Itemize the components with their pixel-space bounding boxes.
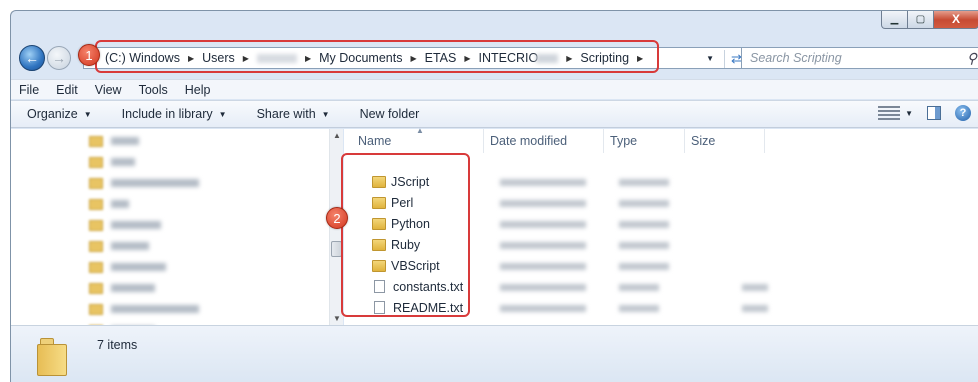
nav-item-redacted[interactable] (89, 215, 161, 235)
date-redacted (500, 179, 586, 186)
view-list-icon (878, 106, 901, 120)
menu-file[interactable]: File (19, 83, 39, 97)
menu-bar: File Edit View Tools Help (11, 79, 978, 99)
annotation-box-files (341, 153, 470, 317)
type-redacted (619, 242, 669, 249)
organize-button[interactable]: Organize ▼ (27, 107, 92, 121)
chevron-down-icon: ▼ (321, 109, 330, 119)
type-redacted (619, 200, 669, 207)
column-headers: ▲ Name Date modified Type Size (344, 126, 978, 153)
help-icon[interactable]: ? (955, 105, 971, 121)
scroll-down-icon[interactable]: ▼ (333, 314, 341, 323)
folder-icon (89, 156, 103, 168)
item-count: 7 items (97, 338, 138, 352)
type-redacted (619, 305, 659, 312)
nav-item-redacted[interactable] (89, 257, 166, 277)
include-in-library-button[interactable]: Include in library ▼ (122, 107, 227, 121)
folder-icon (89, 303, 103, 315)
scroll-up-icon[interactable]: ▲ (333, 131, 341, 140)
forward-button[interactable]: → (47, 46, 71, 70)
chevron-down-icon: ▼ (905, 108, 913, 118)
folder-icon (89, 240, 103, 252)
command-bar: Organize ▼ Include in library ▼ Share with… (11, 100, 978, 128)
folder-icon (37, 336, 71, 376)
chevron-down-icon: ▼ (218, 109, 227, 119)
nav-item-redacted[interactable] (89, 152, 135, 172)
minimize-button[interactable]: ▁ (881, 11, 908, 29)
column-date-modified[interactable]: Date modified (484, 129, 604, 153)
type-redacted (619, 179, 669, 186)
window-caption-buttons: ▁ ▢ X (881, 11, 978, 30)
column-name[interactable]: ▲ Name (344, 126, 484, 153)
type-redacted (619, 284, 659, 291)
change-view-button[interactable]: ▼ (878, 106, 913, 120)
menu-edit[interactable]: Edit (56, 83, 78, 97)
type-redacted (619, 263, 669, 270)
size-redacted (742, 305, 768, 312)
column-type[interactable]: Type (604, 129, 685, 153)
navigation-pane[interactable] (11, 129, 329, 325)
preview-pane-icon[interactable] (927, 106, 941, 120)
nav-item-redacted[interactable] (89, 278, 155, 298)
annotation-badge-2: 2 (326, 207, 348, 229)
share-with-button[interactable]: Share with ▼ (257, 107, 330, 121)
type-redacted (619, 221, 669, 228)
menu-tools[interactable]: Tools (139, 83, 168, 97)
maximize-button[interactable]: ▢ (907, 11, 934, 29)
new-folder-button[interactable]: New folder (360, 107, 420, 121)
sort-ascending-icon: ▲ (416, 126, 424, 135)
nav-item-redacted[interactable] (89, 173, 199, 193)
folder-icon (89, 198, 103, 210)
search-placeholder: Search Scripting (750, 51, 842, 65)
date-redacted (500, 263, 586, 270)
back-button[interactable]: ← (19, 45, 45, 71)
folder-icon (89, 135, 103, 147)
folder-icon (89, 177, 103, 189)
date-redacted (500, 284, 586, 291)
search-icon[interactable]: ⚲ (967, 50, 977, 67)
chevron-down-icon: ▼ (83, 109, 92, 119)
nav-item-redacted[interactable] (89, 299, 199, 319)
annotation-badge-1: 1 (78, 44, 100, 66)
address-dropdown-icon[interactable]: ▼ (706, 54, 714, 63)
folder-icon (89, 282, 103, 294)
nav-item-redacted[interactable] (89, 131, 139, 151)
menu-help[interactable]: Help (185, 83, 211, 97)
close-button[interactable]: X (933, 11, 978, 29)
size-redacted (742, 284, 768, 291)
date-redacted (500, 305, 586, 312)
annotation-box-address (95, 40, 659, 73)
search-input[interactable]: Search Scripting ⚲ (741, 47, 978, 69)
date-redacted (500, 221, 586, 228)
nav-item-redacted[interactable] (89, 236, 149, 256)
date-redacted (500, 200, 586, 207)
nav-item-redacted[interactable] (89, 194, 129, 214)
date-redacted (500, 242, 586, 249)
menu-view[interactable]: View (95, 83, 122, 97)
details-pane: 7 items (11, 325, 978, 382)
column-size[interactable]: Size (685, 129, 765, 153)
folder-icon (89, 261, 103, 273)
folder-icon (89, 219, 103, 231)
